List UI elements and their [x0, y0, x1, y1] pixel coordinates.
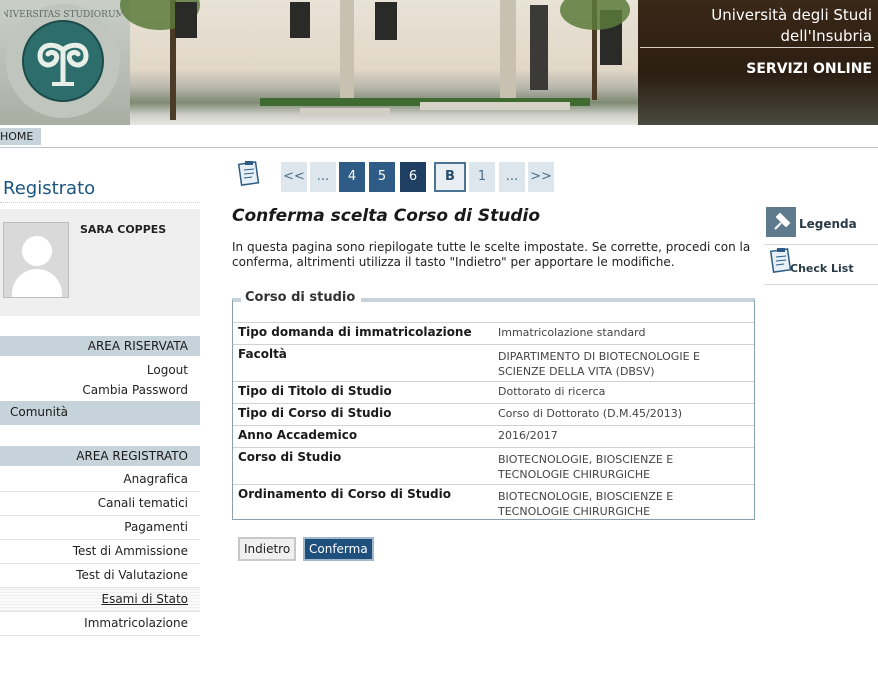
table-row: Corso di Studio BIOTECNOLOGIE, BIOSCIENZ… [233, 447, 754, 484]
logout-link[interactable]: Logout [0, 360, 200, 380]
wizard-ellipsis-left[interactable]: ... [310, 162, 336, 192]
row-label: Facoltà [238, 347, 287, 361]
clipboard-icon [770, 248, 792, 273]
wizard-step-b[interactable]: B [434, 162, 466, 192]
row-value: BIOTECNOLOGIE, BIOSCIENZE E TECNOLOGIE C… [498, 453, 674, 481]
pin-icon [766, 207, 796, 237]
sidebar-item-comunita[interactable]: Comunità [0, 401, 200, 425]
row-label: Ordinamento di Corso di Studio [238, 487, 451, 501]
row-value: Corso di Dottorato (D.M.45/2013) [498, 407, 683, 420]
checklist-label: Check List [790, 262, 854, 275]
sidebar-title: Registrato [3, 178, 96, 199]
row-label: Tipo domanda di immatricolazione [238, 325, 472, 339]
sidebar-item-pagamenti[interactable]: Pagamenti [0, 516, 200, 540]
services-title: SERVIZI ONLINE [746, 61, 872, 77]
svg-text:NIVERSITAS STUDIORUM: NIVERSITAS STUDIORUM [4, 10, 122, 20]
avatar [3, 222, 69, 298]
legenda-link[interactable]: Legenda [764, 205, 878, 245]
row-value: 2016/2017 [498, 429, 558, 442]
table-row: Tipo di Corso di Studio Corso di Dottora… [233, 403, 754, 425]
university-name: Università degli Studi dell'Insubria [711, 6, 872, 45]
checklist-link[interactable]: Check List [764, 247, 878, 285]
university-seal-icon: NIVERSITAS STUDIORUM [4, 4, 122, 118]
row-value: Immatricolazione standard [498, 326, 646, 339]
intro-text: In questa pagina sono riepilogate tutte … [232, 240, 751, 269]
area-registrato-header: AREA REGISTRATO [0, 446, 200, 466]
row-label: Tipo di Corso di Studio [238, 406, 392, 420]
sidebar-item-test-ammissione[interactable]: Test di Ammissione [0, 540, 200, 564]
row-value: Dottorato di ricerca [498, 385, 606, 398]
row-label: Tipo di Titolo di Studio [238, 384, 392, 398]
back-button[interactable]: Indietro [238, 537, 297, 561]
legenda-label: Legenda [799, 217, 857, 231]
wizard-step-1[interactable]: 1 [469, 162, 495, 192]
table-row: Anno Accademico 2016/2017 [233, 425, 754, 447]
confirm-button[interactable]: Conferma [303, 537, 374, 561]
home-link[interactable]: HOME [0, 128, 42, 145]
wizard-step-5[interactable]: 5 [369, 162, 395, 192]
sidebar-item-test-valutazione[interactable]: Test di Valutazione [0, 564, 200, 588]
divider [0, 202, 200, 203]
wizard-first[interactable]: << [281, 162, 307, 192]
table-row: Ordinamento di Corso di Studio BIOTECNOL… [233, 484, 754, 521]
sidebar-item-esami-di-stato[interactable]: Esami di Stato [0, 588, 200, 612]
row-value: BIOTECNOLOGIE, BIOSCIENZE E TECNOLOGIE C… [498, 490, 674, 518]
header-divider [640, 47, 874, 48]
sidebar-item-immatricolazione[interactable]: Immatricolazione [0, 612, 200, 636]
site-header: NIVERSITAS STUDIORUM Università degli St… [0, 0, 878, 125]
sidebar-item-anagrafica[interactable]: Anagrafica [0, 468, 200, 492]
row-value: DIPARTIMENTO DI BIOTECNOLOGIE E SCIENZE … [498, 350, 700, 378]
wizard-step-6[interactable]: 6 [400, 162, 426, 192]
wizard-last[interactable]: >> [528, 162, 554, 192]
clipboard-icon [238, 161, 260, 186]
header-photo [120, 0, 638, 125]
wizard-ellipsis-right[interactable]: ... [499, 162, 525, 192]
table-row: Facoltà DIPARTIMENTO DI BIOTECNOLOGIE E … [233, 344, 754, 381]
user-name: SARA COPPES [80, 223, 167, 236]
sidebar-item-canali-tematici[interactable]: Canali tematici [0, 492, 200, 516]
wizard-step-4[interactable]: 4 [339, 162, 365, 192]
section-title: Corso di studio [241, 290, 362, 305]
area-riservata-header: AREA RISERVATA [0, 336, 200, 356]
profile-box: SARA COPPES [0, 209, 200, 316]
change-password-link[interactable]: Cambia Password [0, 380, 200, 400]
page-title: Conferma scelta Corso di Studio [232, 206, 541, 226]
nav-bar: HOME [0, 128, 878, 148]
table-row: Tipo di Titolo di Studio Dottorato di ri… [233, 381, 754, 403]
row-label: Corso di Studio [238, 450, 342, 464]
table-row: Tipo domanda di immatricolazione Immatri… [233, 322, 754, 344]
row-label: Anno Accademico [238, 428, 358, 442]
course-summary: Corso di studio Tipo domanda di immatric… [232, 290, 755, 521]
